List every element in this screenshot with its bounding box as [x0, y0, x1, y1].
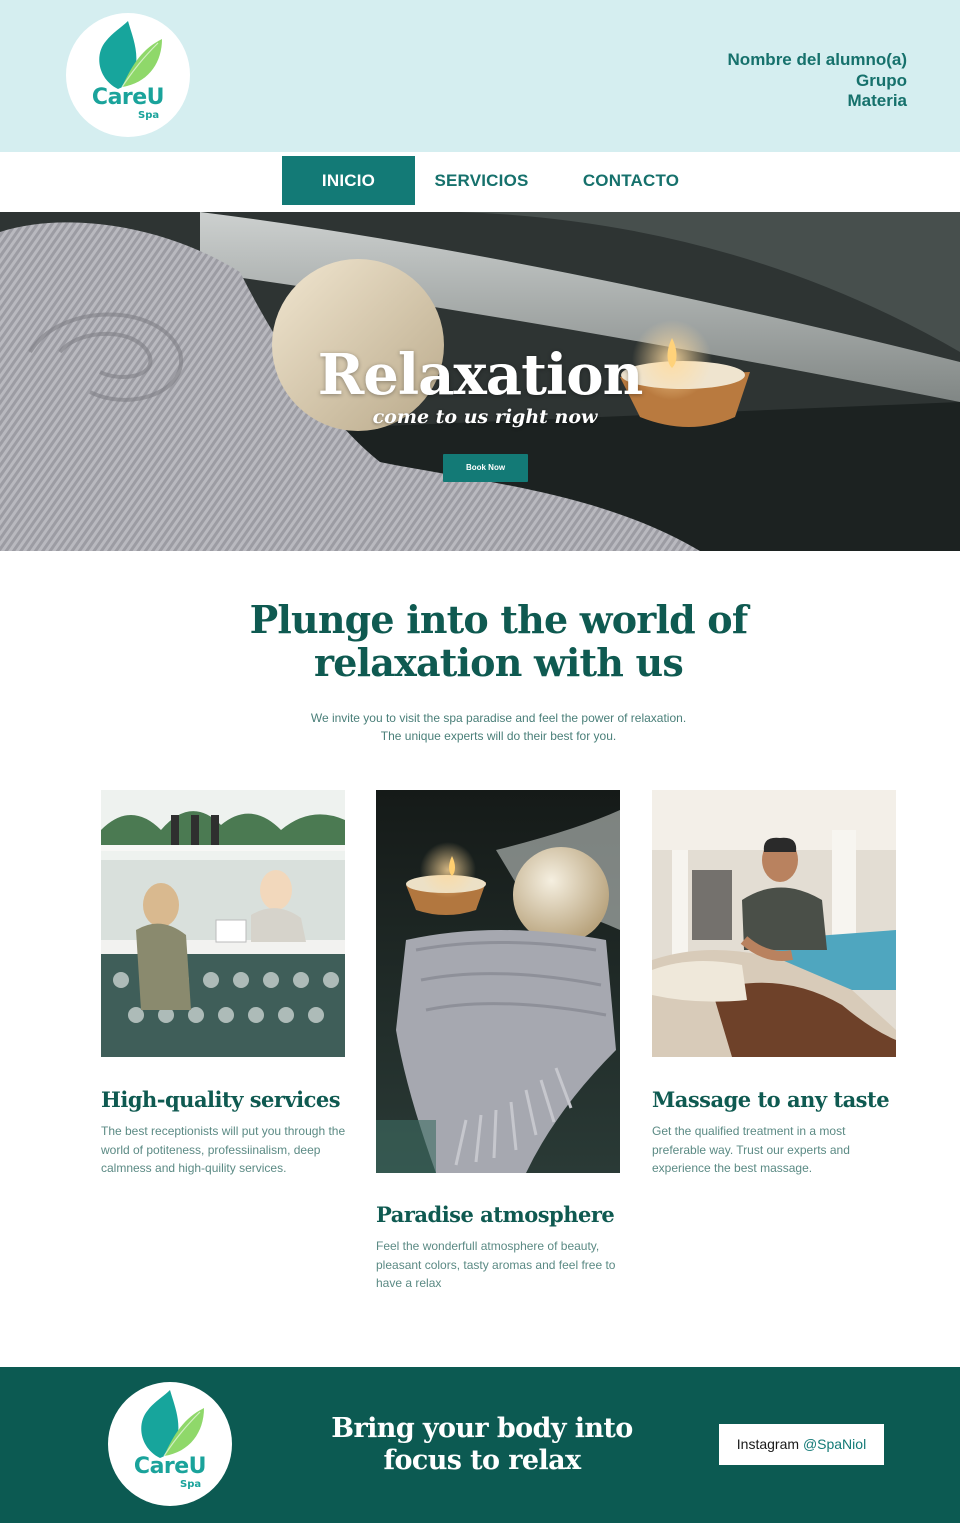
book-now-button[interactable]: Book Now: [443, 454, 528, 482]
card-text-services: The best receptionists will put you thro…: [101, 1122, 351, 1178]
intro-title: Plunge into the world of relaxation with…: [0, 598, 960, 684]
poolside-massage-photo: [652, 790, 896, 1057]
card-text-atmosphere: Feel the wonderfull atmosphere of beauty…: [376, 1237, 626, 1293]
leaf-icon: [141, 1390, 204, 1458]
site-header: CareU Spa Nombre del alumno(a) Grupo Mat…: [0, 0, 960, 152]
logo-wordmark: CareU: [133, 1454, 207, 1479]
instagram-button[interactable]: Instagram @SpaNiol: [719, 1424, 884, 1465]
student-info: Nombre del alumno(a) Grupo Materia: [728, 50, 907, 112]
card-title-atmosphere: Paradise atmosphere: [376, 1202, 615, 1227]
logo-wordmark: CareU: [91, 85, 165, 110]
logo-subtext: Spa: [180, 1479, 202, 1490]
footer-tagline-line: Bring your body into: [331, 1413, 633, 1444]
card-title-massage: Massage to any taste: [652, 1087, 890, 1112]
card-text-line: experience the best massage.: [652, 1161, 813, 1175]
group-label: Grupo: [856, 70, 907, 90]
instagram-handle: @SpaNiol: [802, 1436, 867, 1452]
careu-footer-logo[interactable]: CareU Spa: [108, 1382, 232, 1506]
spa-reception-photo: [101, 790, 345, 1057]
massage-image: [652, 790, 896, 1057]
intro-title-line: Plunge into the world of: [249, 597, 749, 642]
candle-bath-bomb-towel-photo: [376, 790, 620, 1173]
intro-text-line: We invite you to visit the spa paradise …: [310, 711, 687, 725]
subject-label: Materia: [847, 91, 907, 110]
hero-title: Relaxation: [317, 342, 644, 408]
hero-banner: Relaxation come to us right now Book Now: [0, 212, 960, 551]
spa-reception-image: [101, 790, 345, 1057]
main-nav: INICIO SERVICIOS CONTACTO: [0, 152, 960, 212]
card-text-line: world of potiteness, professiinalism, de…: [101, 1142, 321, 1157]
logo-subtext: Spa: [138, 110, 160, 121]
nav-item-servicios[interactable]: SERVICIOS: [415, 156, 548, 205]
footer-tagline: Bring your body into focus to relax: [322, 1413, 642, 1477]
leaf-icon: [99, 21, 162, 89]
hero-subtitle: come to us right now: [372, 406, 598, 428]
card-title-services: High-quality services: [101, 1087, 341, 1112]
card-text-line: Feel the wonderfull atmosphere of beauty…: [376, 1239, 600, 1253]
intro-text-line: The unique experts will do their best fo…: [380, 729, 617, 743]
card-text-line: The best receptionists will put you thro…: [101, 1124, 346, 1138]
careu-logo[interactable]: CareU Spa: [66, 13, 190, 137]
card-text-massage: Get the qualified treatment in a most pr…: [652, 1122, 902, 1178]
intro-title-line: relaxation with us: [314, 640, 684, 685]
nav-item-contacto[interactable]: CONTACTO: [562, 156, 700, 205]
card-text-line: Get the qualified treatment in a most: [652, 1124, 846, 1138]
footer-tagline-line: focus to relax: [383, 1445, 581, 1476]
card-text-line: pleasant colors, tasty aromas and feel f…: [376, 1257, 616, 1272]
card-text-line: preferable way. Trust our experts and: [652, 1142, 850, 1157]
student-name-label: Nombre del alumno(a): [727, 50, 907, 69]
card-text-line: have a relax: [376, 1276, 442, 1290]
card-text-line: calmness and high-quility services.: [101, 1161, 287, 1175]
site-footer: CareU Spa Bring your body into focus to …: [0, 1367, 960, 1523]
candle-bath-bomb-image: [376, 790, 620, 1173]
intro-text: We invite you to visit the spa paradise …: [0, 709, 960, 745]
instagram-label: Instagram: [736, 1436, 800, 1452]
nav-item-inicio[interactable]: INICIO: [282, 156, 415, 205]
